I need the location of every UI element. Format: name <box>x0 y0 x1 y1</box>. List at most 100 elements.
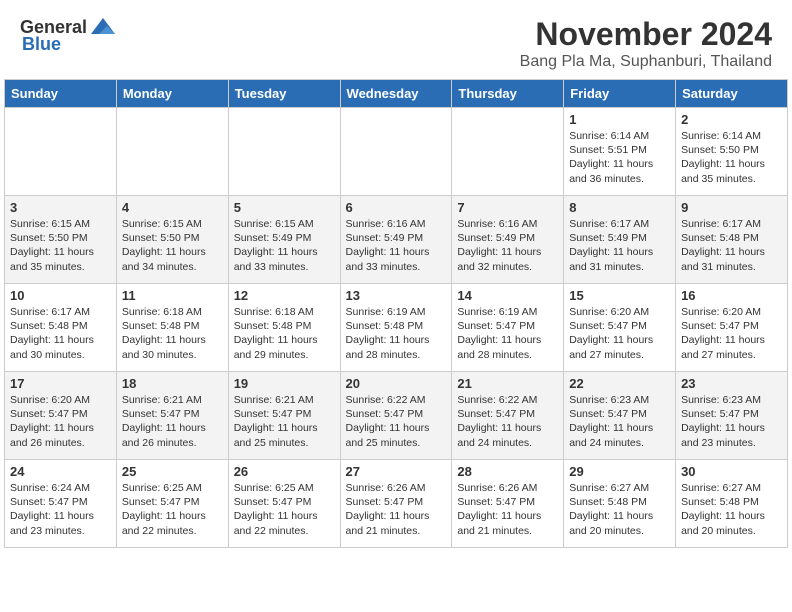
calendar-cell <box>228 108 340 196</box>
day-number: 12 <box>234 288 335 303</box>
day-info: Sunrise: 6:20 AM Sunset: 5:47 PM Dayligh… <box>681 305 782 362</box>
weekday-header-sunday: Sunday <box>5 80 117 108</box>
day-info: Sunrise: 6:18 AM Sunset: 5:48 PM Dayligh… <box>234 305 335 362</box>
calendar-cell: 18 Sunrise: 6:21 AM Sunset: 5:47 PM Dayli… <box>116 372 228 460</box>
weekday-header-tuesday: Tuesday <box>228 80 340 108</box>
calendar-cell: 30Sunrise: 6:27 AM Sunset: 5:48 PM Dayli… <box>676 460 788 548</box>
calendar-week-3: 10Sunrise: 6:17 AM Sunset: 5:48 PM Dayli… <box>5 284 788 372</box>
calendar-cell <box>116 108 228 196</box>
calendar-week-4: 17Sunrise: 6:20 AM Sunset: 5:47 PM Dayli… <box>5 372 788 460</box>
logo-blue-text: Blue <box>22 34 61 55</box>
day-info: Sunrise: 6:19 AM Sunset: 5:48 PM Dayligh… <box>346 305 447 362</box>
calendar-cell: 5 Sunrise: 6:15 AM Sunset: 5:49 PM Daylig… <box>228 196 340 284</box>
day-info: Sunrise: 6:15 AM Sunset: 5:49 PM Dayligh… <box>234 217 335 274</box>
calendar-cell: 29 Sunrise: 6:27 AM Sunset: 5:48 PM Dayli… <box>564 460 676 548</box>
calendar-cell: 19 Sunrise: 6:21 AM Sunset: 5:47 PM Dayli… <box>228 372 340 460</box>
calendar-cell: 24 Sunrise: 6:24 AM Sunset: 5:47 PM Dayli… <box>5 460 117 548</box>
weekday-header-monday: Monday <box>116 80 228 108</box>
weekday-header-saturday: Saturday <box>676 80 788 108</box>
day-number: 18 <box>122 376 223 391</box>
day-info: Sunrise: 6:21 AM Sunset: 5:47 PM Dayligh… <box>122 393 223 450</box>
day-number: 25 <box>122 464 223 479</box>
calendar-cell: 16 Sunrise: 6:20 AM Sunset: 5:47 PM Dayli… <box>676 284 788 372</box>
day-number: 28 <box>457 464 558 479</box>
calendar-table: SundayMondayTuesdayWednesdayThursdayFrid… <box>4 79 788 548</box>
calendar-cell <box>340 108 452 196</box>
day-info: Sunrise: 6:14 AM Sunset: 5:50 PM Dayligh… <box>681 129 782 186</box>
day-info: Sunrise: 6:16 AM Sunset: 5:49 PM Dayligh… <box>457 217 558 274</box>
day-info: Sunrise: 6:18 AM Sunset: 5:48 PM Dayligh… <box>122 305 223 362</box>
calendar-cell: 28 Sunrise: 6:26 AM Sunset: 5:47 PM Dayli… <box>452 460 564 548</box>
calendar-cell: 3Sunrise: 6:15 AM Sunset: 5:50 PM Daylig… <box>5 196 117 284</box>
day-info: Sunrise: 6:25 AM Sunset: 5:47 PM Dayligh… <box>122 481 223 538</box>
calendar-cell: 23Sunrise: 6:23 AM Sunset: 5:47 PM Dayli… <box>676 372 788 460</box>
day-info: Sunrise: 6:26 AM Sunset: 5:47 PM Dayligh… <box>457 481 558 538</box>
calendar-cell: 7 Sunrise: 6:16 AM Sunset: 5:49 PM Daylig… <box>452 196 564 284</box>
day-info: Sunrise: 6:22 AM Sunset: 5:47 PM Dayligh… <box>457 393 558 450</box>
calendar-cell: 9 Sunrise: 6:17 AM Sunset: 5:48 PM Daylig… <box>676 196 788 284</box>
calendar-cell: 8Sunrise: 6:17 AM Sunset: 5:49 PM Daylig… <box>564 196 676 284</box>
day-info: Sunrise: 6:14 AM Sunset: 5:51 PM Dayligh… <box>569 129 670 186</box>
day-number: 19 <box>234 376 335 391</box>
day-info: Sunrise: 6:23 AM Sunset: 5:47 PM Dayligh… <box>569 393 670 450</box>
day-number: 2 <box>681 112 782 127</box>
day-number: 24 <box>10 464 111 479</box>
day-number: 11 <box>122 288 223 303</box>
calendar-cell: 17Sunrise: 6:20 AM Sunset: 5:47 PM Dayli… <box>5 372 117 460</box>
day-number: 20 <box>346 376 447 391</box>
calendar-wrapper: SundayMondayTuesdayWednesdayThursdayFrid… <box>0 79 792 548</box>
day-info: Sunrise: 6:27 AM Sunset: 5:48 PM Dayligh… <box>569 481 670 538</box>
calendar-cell: 13Sunrise: 6:19 AM Sunset: 5:48 PM Dayli… <box>340 284 452 372</box>
day-info: Sunrise: 6:22 AM Sunset: 5:47 PM Dayligh… <box>346 393 447 450</box>
calendar-cell: 14 Sunrise: 6:19 AM Sunset: 5:47 PM Dayli… <box>452 284 564 372</box>
day-number: 14 <box>457 288 558 303</box>
calendar-cell: 6 Sunrise: 6:16 AM Sunset: 5:49 PM Daylig… <box>340 196 452 284</box>
day-number: 21 <box>457 376 558 391</box>
day-number: 16 <box>681 288 782 303</box>
calendar-cell: 26Sunrise: 6:25 AM Sunset: 5:47 PM Dayli… <box>228 460 340 548</box>
calendar-cell: 22 Sunrise: 6:23 AM Sunset: 5:47 PM Dayli… <box>564 372 676 460</box>
day-number: 7 <box>457 200 558 215</box>
weekday-header-thursday: Thursday <box>452 80 564 108</box>
day-info: Sunrise: 6:16 AM Sunset: 5:49 PM Dayligh… <box>346 217 447 274</box>
day-info: Sunrise: 6:20 AM Sunset: 5:47 PM Dayligh… <box>569 305 670 362</box>
calendar-cell <box>452 108 564 196</box>
calendar-header-row: SundayMondayTuesdayWednesdayThursdayFrid… <box>5 80 788 108</box>
day-number: 4 <box>122 200 223 215</box>
day-info: Sunrise: 6:19 AM Sunset: 5:47 PM Dayligh… <box>457 305 558 362</box>
calendar-cell: 1 Sunrise: 6:14 AM Sunset: 5:51 PM Daylig… <box>564 108 676 196</box>
month-title: November 2024 <box>520 16 772 53</box>
calendar-week-1: 1 Sunrise: 6:14 AM Sunset: 5:51 PM Daylig… <box>5 108 788 196</box>
calendar-week-5: 24 Sunrise: 6:24 AM Sunset: 5:47 PM Dayli… <box>5 460 788 548</box>
calendar-cell: 27Sunrise: 6:26 AM Sunset: 5:47 PM Dayli… <box>340 460 452 548</box>
day-info: Sunrise: 6:21 AM Sunset: 5:47 PM Dayligh… <box>234 393 335 450</box>
day-info: Sunrise: 6:17 AM Sunset: 5:49 PM Dayligh… <box>569 217 670 274</box>
calendar-cell: 2 Sunrise: 6:14 AM Sunset: 5:50 PM Daylig… <box>676 108 788 196</box>
day-info: Sunrise: 6:23 AM Sunset: 5:47 PM Dayligh… <box>681 393 782 450</box>
location-title: Bang Pla Ma, Suphanburi, Thailand <box>520 53 772 71</box>
day-info: Sunrise: 6:15 AM Sunset: 5:50 PM Dayligh… <box>122 217 223 274</box>
day-number: 22 <box>569 376 670 391</box>
calendar-cell: 12 Sunrise: 6:18 AM Sunset: 5:48 PM Dayli… <box>228 284 340 372</box>
calendar-cell: 21 Sunrise: 6:22 AM Sunset: 5:47 PM Dayli… <box>452 372 564 460</box>
day-number: 10 <box>10 288 111 303</box>
calendar-cell: 10Sunrise: 6:17 AM Sunset: 5:48 PM Dayli… <box>5 284 117 372</box>
day-number: 6 <box>346 200 447 215</box>
weekday-header-friday: Friday <box>564 80 676 108</box>
calendar-cell: 15 Sunrise: 6:20 AM Sunset: 5:47 PM Dayli… <box>564 284 676 372</box>
day-number: 1 <box>569 112 670 127</box>
weekday-header-wednesday: Wednesday <box>340 80 452 108</box>
day-number: 5 <box>234 200 335 215</box>
day-info: Sunrise: 6:15 AM Sunset: 5:50 PM Dayligh… <box>10 217 111 274</box>
calendar-cell: 11 Sunrise: 6:18 AM Sunset: 5:48 PM Dayli… <box>116 284 228 372</box>
day-number: 15 <box>569 288 670 303</box>
day-info: Sunrise: 6:17 AM Sunset: 5:48 PM Dayligh… <box>681 217 782 274</box>
day-number: 9 <box>681 200 782 215</box>
day-number: 27 <box>346 464 447 479</box>
calendar-cell: 4 Sunrise: 6:15 AM Sunset: 5:50 PM Daylig… <box>116 196 228 284</box>
day-info: Sunrise: 6:24 AM Sunset: 5:47 PM Dayligh… <box>10 481 111 538</box>
day-number: 17 <box>10 376 111 391</box>
day-number: 29 <box>569 464 670 479</box>
logo: General Blue <box>20 16 117 55</box>
calendar-cell: 20 Sunrise: 6:22 AM Sunset: 5:47 PM Dayli… <box>340 372 452 460</box>
